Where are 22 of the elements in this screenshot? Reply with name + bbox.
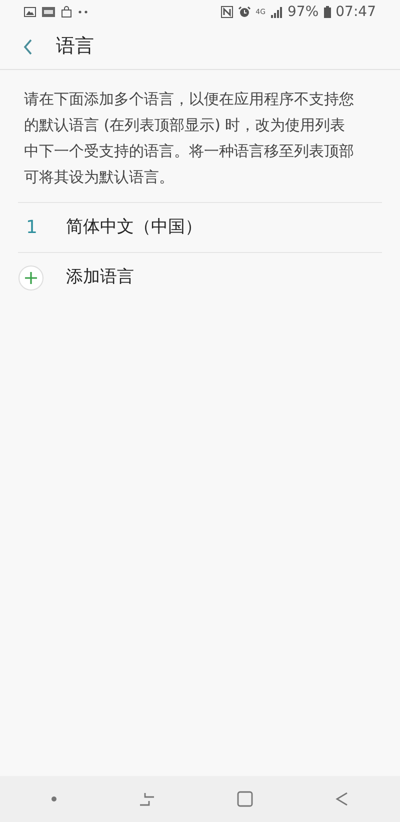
clock: 07:47 — [336, 2, 376, 22]
chevron-left-icon — [23, 38, 33, 54]
alarm-icon — [238, 6, 251, 18]
home-icon[interactable] — [237, 791, 253, 807]
language-name: 简体中文（中国） — [66, 216, 202, 239]
add-language-button[interactable]: 添加语言 — [18, 253, 382, 303]
recent-apps-icon[interactable] — [139, 792, 155, 806]
rank-number: 1 — [25, 216, 38, 240]
page-title: 语言 — [56, 34, 94, 60]
back-icon[interactable] — [335, 791, 349, 807]
battery-icon — [324, 6, 331, 18]
signal-icon — [270, 6, 283, 18]
nfc-icon — [220, 6, 233, 18]
dot-icon[interactable] — [51, 796, 57, 802]
language-item[interactable]: 1 简体中文（中国） — [18, 203, 382, 253]
plus-icon — [18, 265, 44, 291]
bag-icon — [61, 6, 72, 18]
battery-percent: 97% — [288, 2, 319, 22]
more-icon — [78, 10, 88, 14]
description-text: 请在下面添加多个语言，以便在应用程序不支持您的默认语言 (在列表顶部显示) 时，改为使用列表中下一个受支持的语言。将一种语言移至列表顶部可将其设为默认语言。 — [24, 89, 355, 188]
app-icon — [42, 7, 55, 17]
image-icon — [24, 7, 36, 17]
